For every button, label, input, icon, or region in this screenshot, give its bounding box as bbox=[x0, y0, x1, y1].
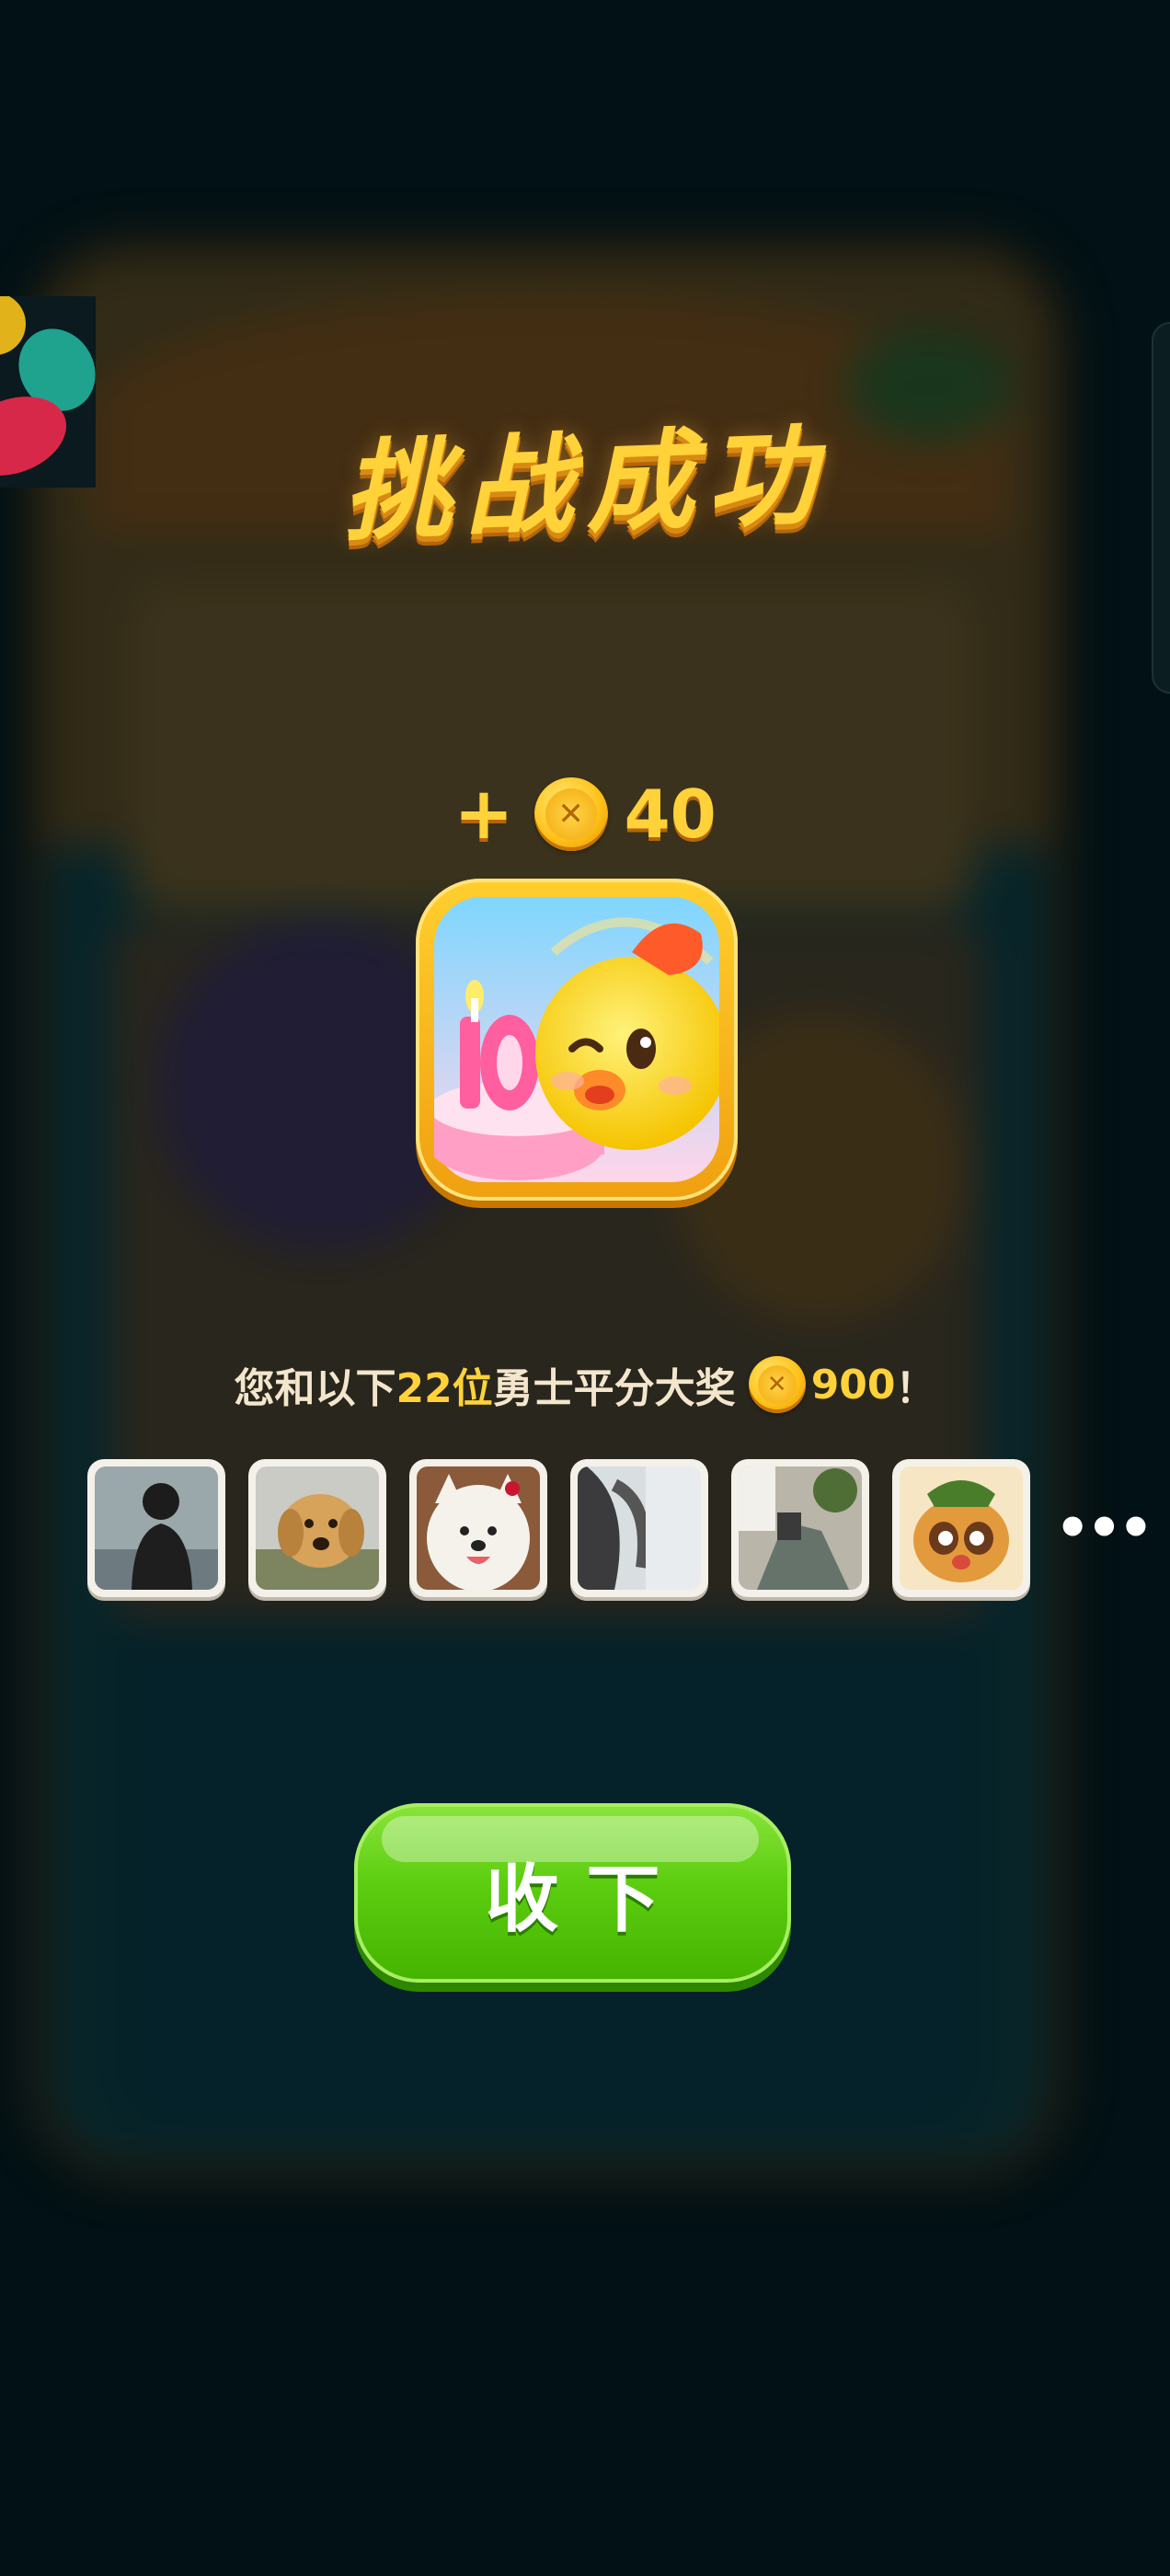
chick-birthday-cake-icon bbox=[416, 879, 738, 1201]
coin-icon: ✕ bbox=[533, 777, 608, 851]
reward-value: 40 bbox=[624, 776, 717, 853]
reward-amount: + ✕ 40 bbox=[0, 768, 1170, 860]
avatar-outdoor-photo[interactable] bbox=[731, 1458, 869, 1597]
avatar-white-dog[interactable] bbox=[409, 1458, 547, 1597]
collect-button[interactable]: 收下 bbox=[354, 1803, 791, 1983]
more-avatars-indicator[interactable]: ••• bbox=[1055, 1501, 1153, 1556]
avatar-cartoon-raccoon[interactable] bbox=[892, 1458, 1030, 1597]
share-prefix: 您和以下 bbox=[234, 1365, 396, 1412]
collect-button-label: 收下 bbox=[485, 1856, 688, 1942]
prize-share-text: 您和以下 22位 勇士平分大奖 ✕ 900 ！ bbox=[0, 1348, 1170, 1421]
winner-avatars: ••• bbox=[87, 1456, 1153, 1599]
avatar-person-silhouette[interactable] bbox=[87, 1458, 225, 1597]
share-count: 22位 bbox=[396, 1365, 493, 1412]
avatar-golden-retriever[interactable] bbox=[248, 1458, 386, 1597]
share-middle: 勇士平分大奖 bbox=[492, 1365, 736, 1412]
coin-icon: ✕ bbox=[748, 1356, 806, 1413]
avatar-person-hair[interactable] bbox=[570, 1458, 708, 1597]
plus-sign: + bbox=[453, 773, 514, 856]
share-total: 900 bbox=[810, 1361, 896, 1409]
share-suffix: ！ bbox=[895, 1365, 936, 1412]
